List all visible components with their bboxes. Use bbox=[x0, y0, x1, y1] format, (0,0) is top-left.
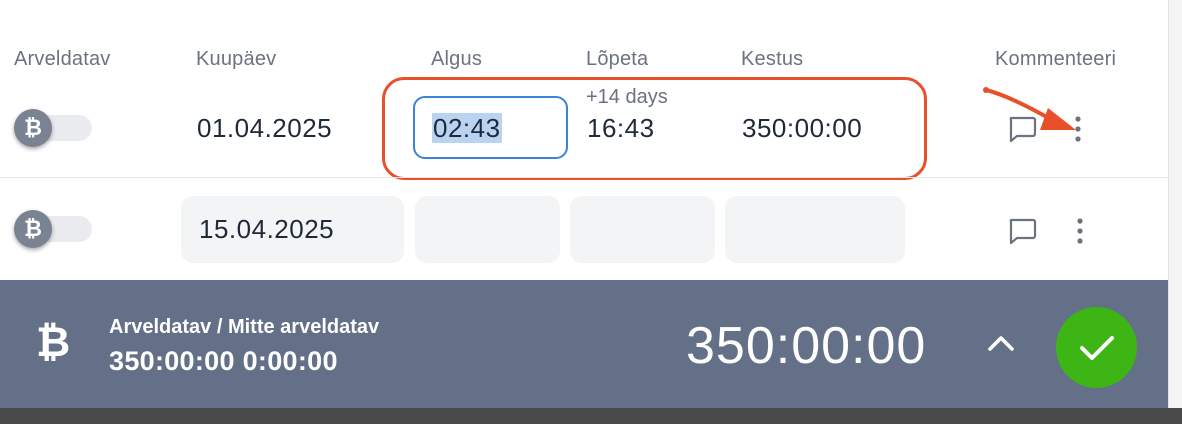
time-entries-page: Arveldatav Kuupäev Algus Lõpeta Kestus K… bbox=[0, 0, 1182, 424]
check-icon bbox=[1079, 335, 1114, 360]
start-time-input-row-2[interactable] bbox=[415, 196, 560, 263]
bottom-edge bbox=[0, 408, 1182, 424]
bitcoin-icon: ₿ bbox=[14, 210, 52, 248]
comment-icon[interactable] bbox=[1004, 214, 1040, 248]
footer-subtotals: 350:00:00 0:00:00 bbox=[109, 346, 338, 376]
header-start: Algus bbox=[431, 48, 483, 70]
header-end: Lõpeta bbox=[586, 48, 649, 70]
bitcoin-icon: ₿ bbox=[14, 109, 52, 147]
annotation-arrow-icon bbox=[983, 87, 1076, 130]
date-input-row-2[interactable]: 15.04.2025 bbox=[181, 196, 404, 263]
more-vertical-icon[interactable] bbox=[1068, 214, 1092, 248]
header-billable: Arveldatav bbox=[14, 48, 111, 70]
end-time-input-row-2[interactable] bbox=[570, 196, 715, 263]
header-duration: Kestus bbox=[741, 48, 804, 70]
billable-toggle-row-2[interactable]: ₿ bbox=[14, 210, 92, 248]
bitcoin-icon: ₿ bbox=[36, 318, 71, 365]
date-row-1[interactable]: 01.04.2025 bbox=[197, 113, 332, 144]
highlight-annotation-box bbox=[382, 77, 927, 180]
footer-total: 350:00:00 bbox=[686, 317, 927, 375]
duration-input-row-2[interactable] bbox=[725, 196, 905, 263]
chevron-up-icon[interactable] bbox=[984, 330, 1018, 361]
confirm-button[interactable] bbox=[1056, 307, 1137, 388]
header-comment: Kommenteeri bbox=[995, 48, 1117, 70]
row-divider bbox=[0, 177, 1168, 178]
date-value: 15.04.2025 bbox=[199, 214, 335, 244]
header-date: Kuupäev bbox=[196, 48, 277, 70]
footer-title: Arveldatav / Mitte arveldatav bbox=[109, 316, 380, 338]
billable-toggle-row-1[interactable]: ₿ bbox=[14, 109, 92, 147]
scrollbar-edge bbox=[1168, 0, 1182, 424]
